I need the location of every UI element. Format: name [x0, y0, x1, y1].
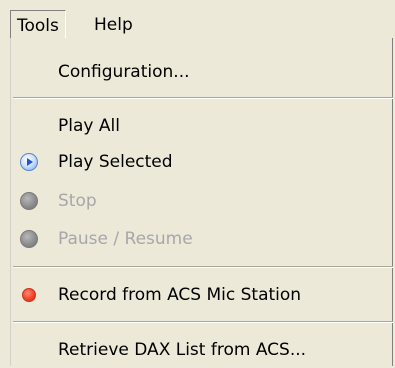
menu-separator [13, 266, 393, 268]
menu-bar: Tools Help [0, 0, 395, 40]
menu-item-label: Configuration... [58, 62, 190, 82]
menu-item-play-all[interactable]: Play All [11, 108, 392, 144]
menu-item-stop[interactable]: Stop [11, 183, 392, 219]
record-icon [22, 288, 36, 302]
menu-item-record[interactable]: Record from ACS Mic Station [11, 277, 392, 313]
tools-dropdown-menu: Configuration... Play All Play Selected … [10, 38, 393, 366]
stop-icon [20, 192, 38, 210]
menu-separator [13, 321, 393, 323]
menu-help[interactable]: Help [88, 10, 139, 40]
menu-tools[interactable]: Tools [10, 10, 66, 40]
menu-separator [13, 97, 393, 99]
menu-item-label: Stop [58, 191, 97, 211]
menu-item-label: Play All [58, 116, 120, 136]
menu-item-label: Play Selected [58, 152, 173, 172]
pause-icon [20, 230, 38, 248]
menu-item-label: Retrieve DAX List from ACS... [58, 340, 307, 360]
menu-item-label: Pause / Resume [58, 229, 193, 249]
menu-item-play-selected[interactable]: Play Selected [11, 144, 392, 180]
menu-item-retrieve-dax[interactable]: Retrieve DAX List from ACS... [11, 332, 392, 368]
menu-item-label: Record from ACS Mic Station [58, 285, 302, 305]
menu-item-configuration[interactable]: Configuration... [11, 54, 392, 90]
menu-item-pause-resume[interactable]: Pause / Resume [11, 221, 392, 257]
play-icon [20, 153, 38, 171]
